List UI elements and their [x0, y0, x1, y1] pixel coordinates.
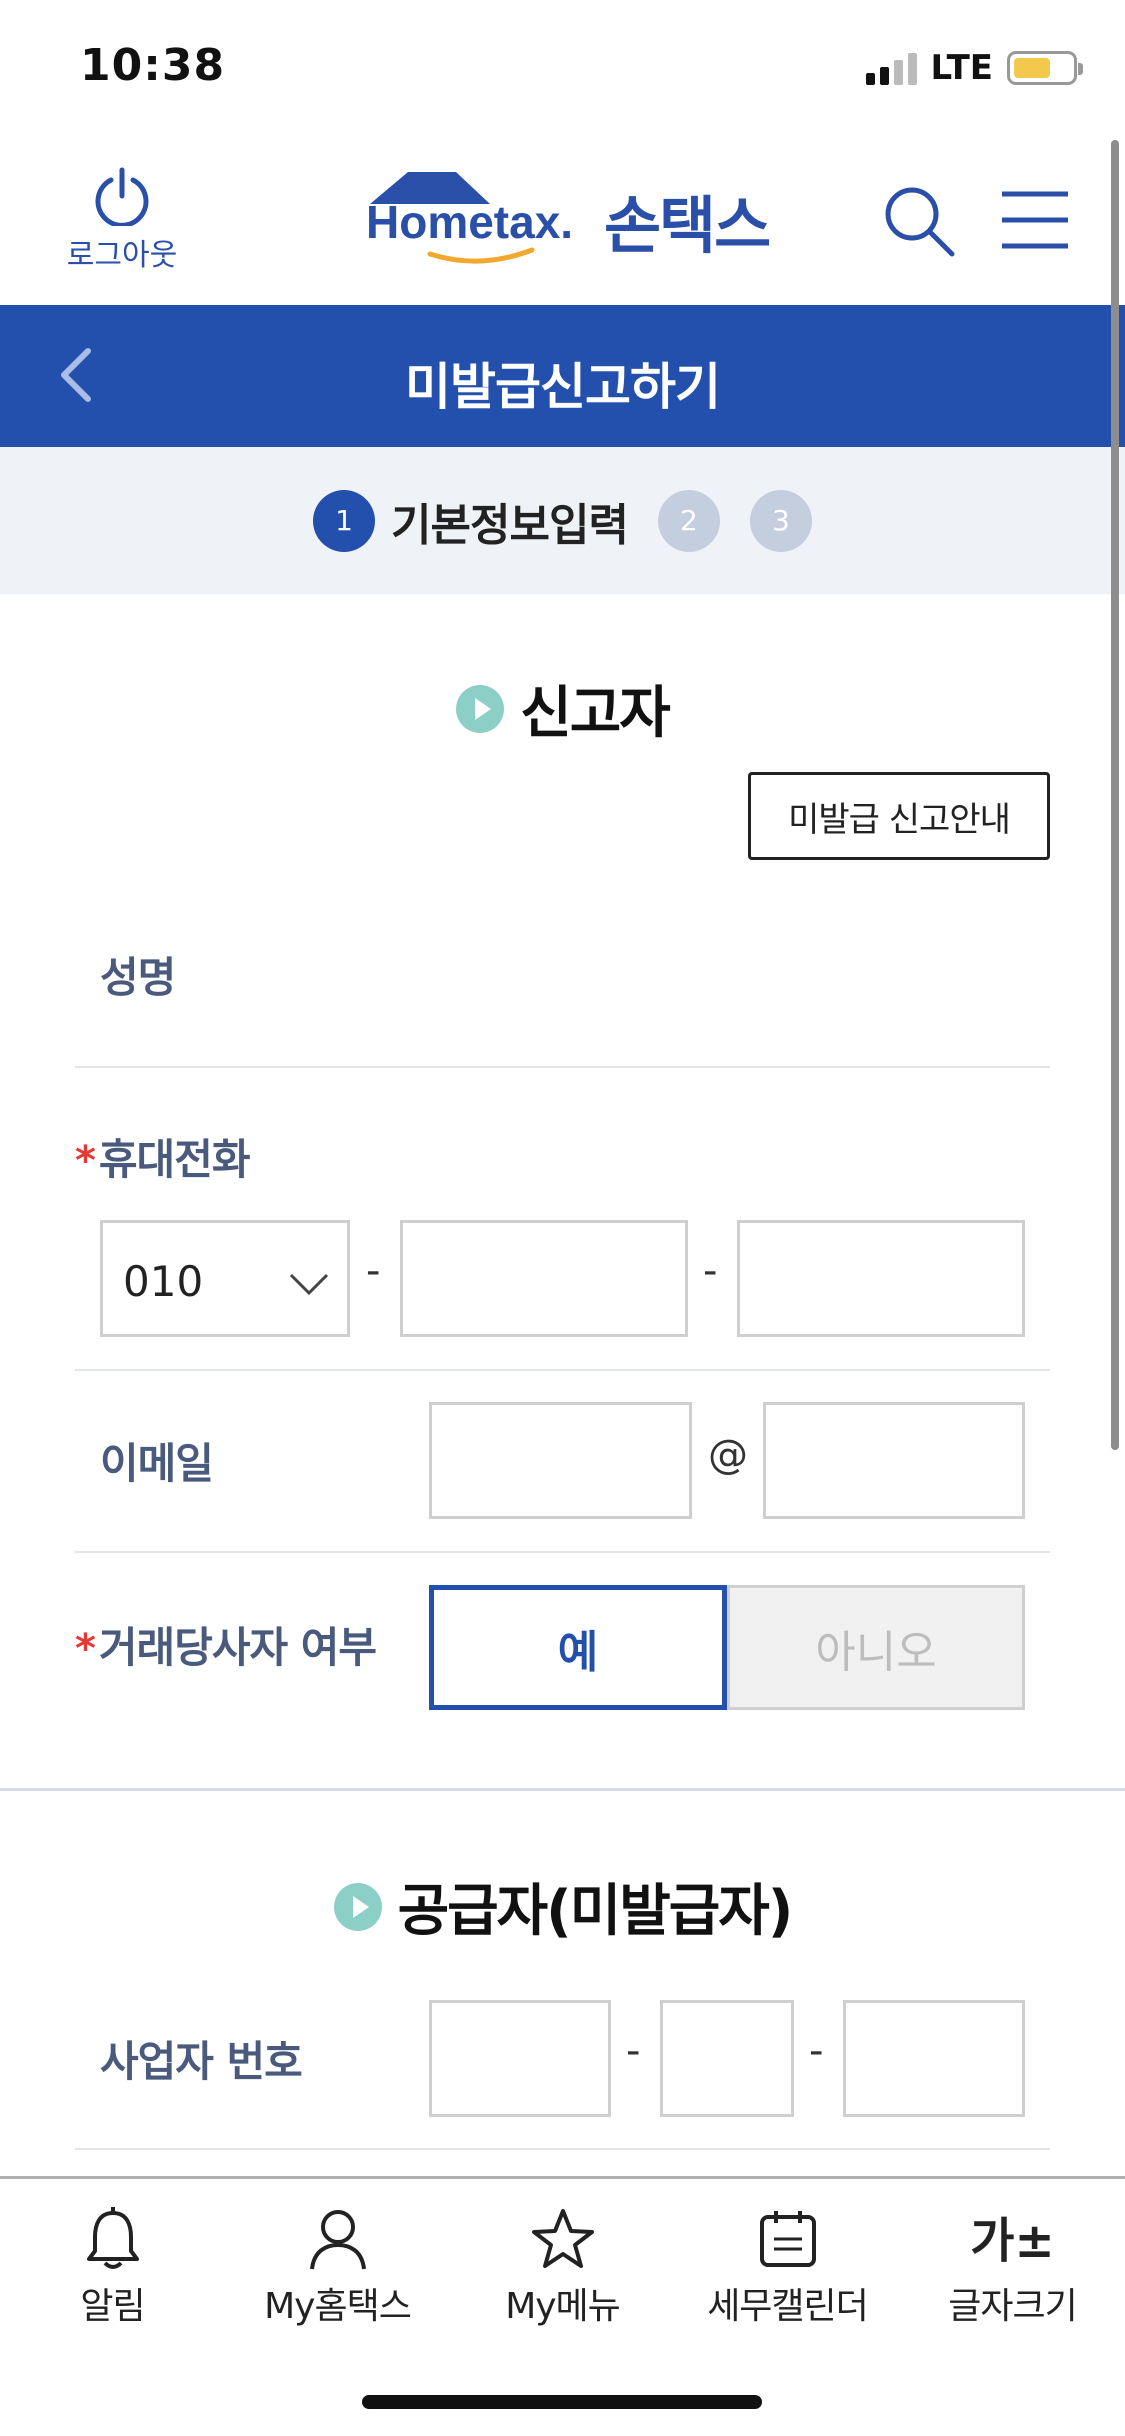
nav-label: 글자크기	[948, 2286, 1077, 2327]
person-icon	[309, 2210, 366, 2270]
hamburger-icon	[1002, 191, 1068, 249]
nav-label: 세무캘린더	[707, 2286, 869, 2327]
email-label: 이메일	[100, 1439, 214, 1488]
required-mark: *	[75, 1626, 96, 1672]
email-at-sign: @	[708, 1432, 748, 1478]
divider	[75, 2148, 1050, 2150]
hometax-wordmark: Hometax.	[366, 172, 573, 264]
nav-tax-calendar[interactable]: 세무캘린더	[675, 2201, 900, 2327]
party-no-button[interactable]: 아니오	[727, 1585, 1025, 1710]
battery-icon	[1007, 51, 1083, 85]
step-1-label: 기본정보입력	[391, 499, 629, 551]
reporter-section-title: 신고자	[0, 668, 1125, 749]
phone-label: *휴대전화	[75, 1126, 251, 1187]
bizno-separator: -	[626, 2028, 641, 2074]
phone-middle-input[interactable]	[400, 1220, 688, 1337]
brand-ko: 손택스	[604, 189, 771, 262]
bizno-label: 사업자 번호	[100, 2037, 303, 2086]
step-3: 3	[749, 489, 812, 552]
nav-my-menu[interactable]: My메뉴	[450, 2201, 675, 2327]
bell-icon	[86, 2207, 139, 2269]
home-indicator[interactable]	[362, 2395, 762, 2409]
hometax-logo[interactable]: Hometax. 손택스	[360, 170, 771, 270]
logout-label: 로그아웃	[66, 238, 178, 273]
power-icon	[95, 167, 149, 226]
step-indicator: 1 기본정보입력 2 3	[0, 447, 1125, 594]
bizno-part3-input[interactable]	[843, 2000, 1025, 2117]
nav-alerts[interactable]: 알림	[0, 2201, 225, 2327]
status-time: 10:38	[80, 40, 226, 91]
divider	[75, 1066, 1050, 1068]
step-2: 2	[657, 489, 720, 552]
brand-en: Hometax.	[366, 196, 573, 248]
scrollbar[interactable]	[1111, 140, 1119, 1450]
font-size-icon: 가±	[970, 2213, 1055, 2269]
phone-label-text: 휴대전화	[98, 1135, 251, 1184]
nav-label: My홈택스	[264, 2286, 412, 2327]
section-divider	[0, 1788, 1125, 1791]
phone-separator: -	[703, 1248, 718, 1294]
bizno-separator: -	[809, 2028, 824, 2074]
phone-last-input[interactable]	[737, 1220, 1025, 1337]
signal-icon	[865, 51, 917, 85]
phone-prefix-select[interactable]: 010	[100, 1220, 350, 1337]
calendar-icon	[759, 2211, 816, 2267]
supplier-title: 공급자(미발급자)	[397, 1879, 794, 1944]
nav-label: My메뉴	[505, 2286, 621, 2327]
supplier-section-title: 공급자(미발급자)	[0, 1866, 1125, 1947]
nav-my-hometax[interactable]: My홈택스	[225, 2201, 450, 2327]
play-bullet-icon	[333, 1882, 382, 1931]
divider	[75, 1551, 1050, 1553]
status-indicators: LTE	[865, 48, 1083, 88]
email-id-input[interactable]	[429, 1402, 692, 1519]
party-yes-button[interactable]: 예	[429, 1585, 727, 1710]
search-button[interactable]	[880, 182, 960, 262]
party-label-text: 거래당사자 여부	[98, 1623, 377, 1672]
report-guide-button[interactable]: 미발급 신고안내	[748, 772, 1050, 860]
app-header: 로그아웃 Hometax. 손택스	[0, 140, 1125, 305]
reporter-title: 신고자	[520, 681, 671, 746]
logout-button[interactable]: 로그아웃	[52, 166, 192, 274]
page-title: 미발급신고하기	[405, 358, 721, 416]
required-mark: *	[75, 1138, 96, 1184]
title-bar: 미발급신고하기	[0, 305, 1125, 447]
bizno-part1-input[interactable]	[429, 2000, 611, 2117]
nav-label: 알림	[80, 2286, 145, 2327]
email-domain-input[interactable]	[763, 1402, 1025, 1519]
bizno-part2-input[interactable]	[660, 2000, 794, 2117]
phone-prefix-value: 010	[123, 1257, 204, 1306]
name-label: 성명	[100, 953, 176, 1002]
status-bar: 10:38 LTE	[0, 0, 1125, 140]
play-bullet-icon	[456, 684, 505, 733]
star-icon	[531, 2209, 594, 2268]
divider	[75, 1369, 1050, 1371]
chevron-down-icon	[289, 1273, 329, 1296]
menu-button[interactable]	[996, 182, 1076, 262]
phone-separator: -	[366, 1248, 381, 1294]
network-label: LTE	[930, 48, 993, 88]
party-label: *거래당사자 여부	[75, 1614, 377, 1675]
nav-font-size[interactable]: 가± 글자크기	[900, 2201, 1125, 2327]
search-icon	[885, 187, 955, 257]
step-1: 1	[313, 489, 376, 552]
